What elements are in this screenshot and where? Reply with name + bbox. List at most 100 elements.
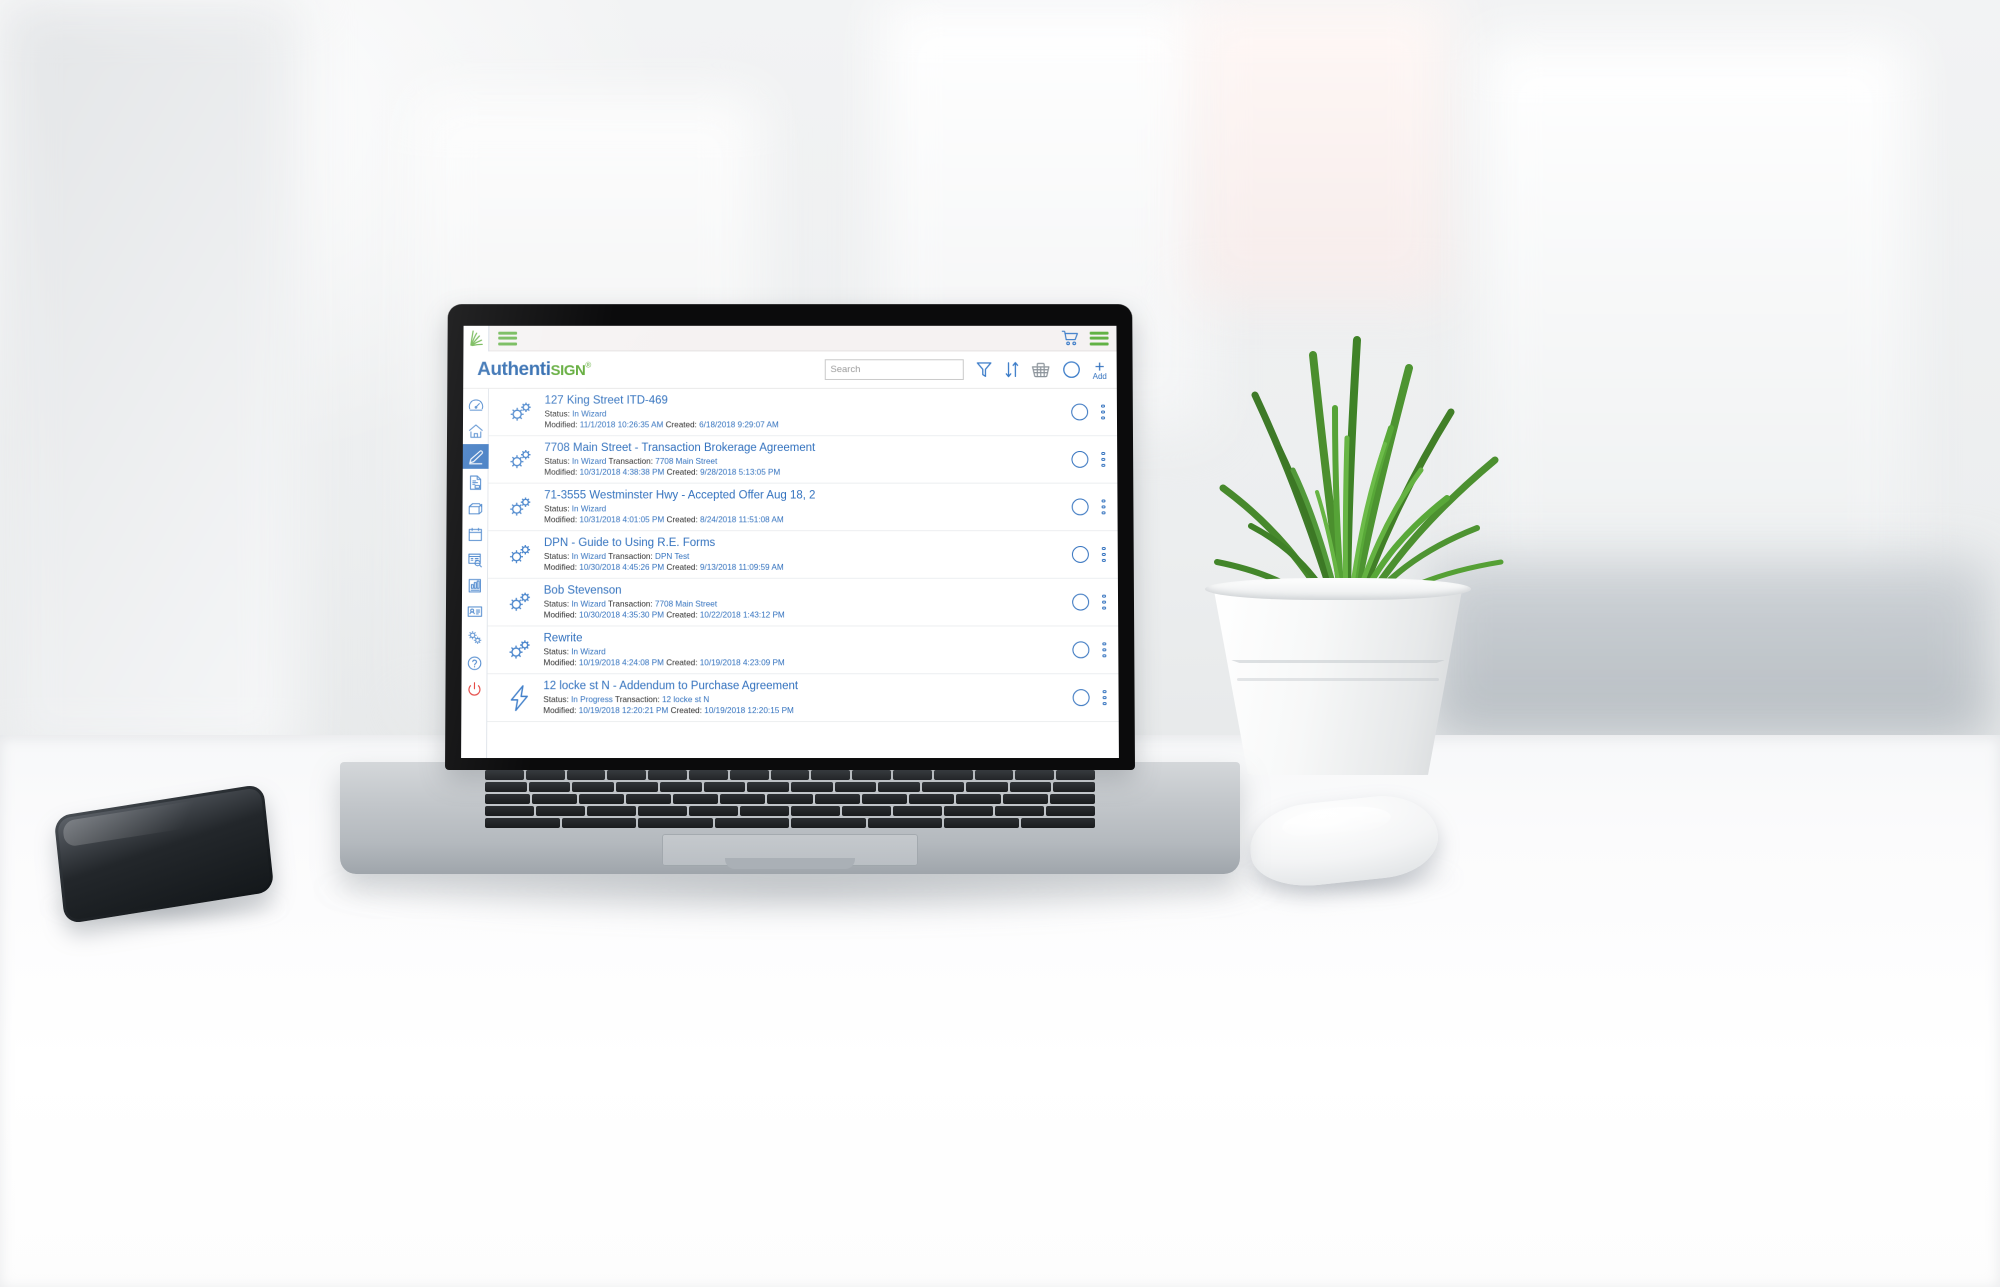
select-all-button[interactable] xyxy=(1062,360,1081,379)
keyboard-key xyxy=(1002,794,1048,804)
authentisign-leaf-logo-icon xyxy=(467,330,484,347)
row-title[interactable]: Bob Stevenson xyxy=(544,583,1073,597)
row-select-circle-icon[interactable] xyxy=(1072,498,1090,516)
sidebar-item-contacts[interactable] xyxy=(461,599,487,624)
app-body: 127 King Street ITD-469 Status: In Wizard… xyxy=(461,388,1119,759)
row-more-vertical-icon[interactable] xyxy=(1102,689,1107,706)
calendar-icon xyxy=(467,526,483,542)
gears-icon xyxy=(505,540,535,570)
created-value: 10/19/2018 12:20:15 PM xyxy=(704,706,794,716)
add-button[interactable]: + Add xyxy=(1093,357,1107,381)
row-select-circle-icon[interactable] xyxy=(1072,546,1090,563)
brand-primary-text: Authenti xyxy=(477,358,551,380)
filter-button[interactable] xyxy=(975,360,992,379)
row-title[interactable]: 127 King Street ITD-469 xyxy=(545,394,1072,408)
search-input[interactable] xyxy=(824,359,964,380)
keyboard-key xyxy=(720,794,766,804)
signing-list-row[interactable]: 127 King Street ITD-469 Status: In Wizard… xyxy=(488,388,1118,437)
wall-panel-left xyxy=(0,0,300,760)
row-more-vertical-icon[interactable] xyxy=(1101,451,1106,468)
row-title[interactable]: 12 locke st N - Addendum to Purchase Agr… xyxy=(543,679,1073,693)
keyboard-key xyxy=(814,794,860,804)
signing-list-row[interactable]: 7708 Main Street - Transaction Brokerage… xyxy=(488,436,1118,484)
status-value: In Wizard xyxy=(571,599,606,609)
laptop: AuthentiSIGN® Search + Add 127 King Stre… xyxy=(340,300,1240,900)
status-label: Status: xyxy=(543,695,569,705)
row-title[interactable]: 71-3555 Westminster Hwy - Accepted Offer… xyxy=(544,488,1072,502)
shopping-cart-button[interactable] xyxy=(1061,330,1080,347)
row-select-circle-icon[interactable] xyxy=(1072,593,1090,611)
status-value: In Wizard xyxy=(571,504,607,514)
row-title[interactable]: 7708 Main Street - Transaction Brokerage… xyxy=(544,441,1071,455)
keyboard-key xyxy=(1020,818,1095,828)
row-type-icon xyxy=(498,540,542,570)
row-more-vertical-icon[interactable] xyxy=(1101,499,1106,515)
dot xyxy=(1102,641,1107,646)
secondary-menu-button[interactable] xyxy=(1089,331,1109,345)
keyboard-key xyxy=(729,770,769,780)
row-more-vertical-icon[interactable] xyxy=(1101,404,1106,420)
sidebar-item-documents[interactable] xyxy=(462,470,488,495)
keyboard-key xyxy=(689,806,738,816)
sidebar-item-dashboard[interactable] xyxy=(463,393,489,418)
row-content: 71-3555 Westminster Hwy - Accepted Offer… xyxy=(542,488,1072,525)
created-value: 9/28/2018 5:13:05 PM xyxy=(700,468,781,477)
row-content: 12 locke st N - Addendum to Purchase Agr… xyxy=(541,679,1073,716)
row-title[interactable]: Rewrite xyxy=(544,631,1073,645)
modified-label: Modified: xyxy=(544,420,578,430)
signing-list-row[interactable]: DPN - Guide to Using R.E. Forms Status: I… xyxy=(488,531,1118,579)
dot xyxy=(1102,558,1106,563)
keyboard-key xyxy=(944,818,1019,828)
row-select-circle-icon[interactable] xyxy=(1072,641,1090,659)
app-logo[interactable] xyxy=(463,325,490,351)
signing-list-row[interactable]: Bob Stevenson Status: In Wizard Transacti… xyxy=(487,578,1119,627)
created-label: Created: xyxy=(666,468,698,477)
row-select-circle-icon[interactable] xyxy=(1073,689,1091,707)
hamburger-bar xyxy=(1089,342,1109,345)
keyboard-key xyxy=(1056,770,1095,780)
dot xyxy=(1101,499,1106,503)
main-menu-button[interactable] xyxy=(498,331,518,345)
sidebar-item-settings[interactable] xyxy=(461,624,487,649)
signing-list-row[interactable]: 12 locke st N - Addendum to Purchase Agr… xyxy=(487,674,1119,723)
row-more-vertical-icon[interactable] xyxy=(1102,546,1106,563)
row-status-line: Status: In Wizard xyxy=(545,409,1072,420)
signing-list-row[interactable]: Rewrite Status: In Wizard Modified: 10/19/… xyxy=(487,626,1119,675)
row-actions xyxy=(1072,498,1117,516)
sidebar-item-sign[interactable] xyxy=(462,444,489,469)
sidebar-item-reports[interactable] xyxy=(461,573,487,598)
modified-label: Modified: xyxy=(543,610,577,620)
sidebar-item-home[interactable] xyxy=(462,418,488,443)
sidebar-item-box[interactable] xyxy=(462,496,488,521)
brand-wordmark: AuthentiSIGN® xyxy=(477,359,591,381)
row-dates-line: Modified: 10/30/2018 4:35:30 PM Created:… xyxy=(544,610,1073,621)
created-label: Created: xyxy=(666,515,698,525)
row-select-circle-icon[interactable] xyxy=(1071,451,1089,468)
transaction-label: Transaction: xyxy=(608,457,654,466)
open-box-icon xyxy=(467,500,483,516)
row-dates-line: Modified: 11/1/2018 10:26:35 AM Created:… xyxy=(544,420,1071,431)
signing-list: 127 King Street ITD-469 Status: In Wizard… xyxy=(487,388,1119,759)
row-select-circle-icon[interactable] xyxy=(1071,403,1089,421)
created-label: Created: xyxy=(666,658,698,668)
sidebar-item-search-records[interactable] xyxy=(462,547,488,572)
status-value: In Wizard xyxy=(572,409,607,419)
basket-button[interactable] xyxy=(1031,361,1050,379)
flower-pot-rim xyxy=(1205,578,1471,600)
signing-list-row[interactable]: 71-3555 Westminster Hwy - Accepted Offer… xyxy=(488,483,1118,532)
sidebar-item-help[interactable] xyxy=(461,650,487,675)
row-more-vertical-icon[interactable] xyxy=(1102,594,1107,610)
row-dates-line: Modified: 10/31/2018 4:38:38 PM Created:… xyxy=(544,467,1072,478)
dot xyxy=(1102,600,1107,604)
row-title[interactable]: DPN - Guide to Using R.E. Forms xyxy=(544,536,1072,550)
row-more-vertical-icon[interactable] xyxy=(1102,641,1107,658)
brand-registered-mark: ® xyxy=(585,360,591,370)
row-actions xyxy=(1071,403,1117,421)
row-type-icon xyxy=(499,397,543,427)
sidebar-item-calendar[interactable] xyxy=(462,521,488,546)
sidebar-item-logout[interactable] xyxy=(461,676,487,701)
flower-pot-band xyxy=(1231,660,1445,663)
sort-button[interactable] xyxy=(1004,360,1019,379)
modified-value: 10/19/2018 12:20:21 PM xyxy=(578,706,669,716)
question-mark-icon xyxy=(466,655,482,671)
